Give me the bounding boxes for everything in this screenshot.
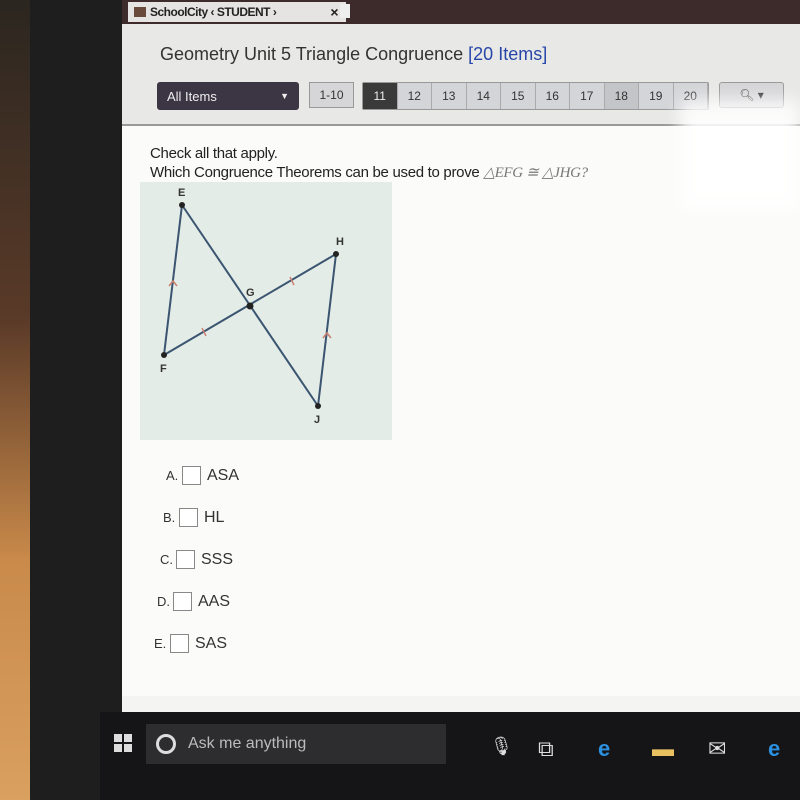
page-button-17[interactable]: 17: [570, 83, 605, 109]
tab-title: SchoolCity ‹ STUDENT ›: [150, 5, 277, 19]
home-icon: [134, 7, 146, 17]
prompt: Which Congruence Theorems can be used to…: [150, 164, 480, 181]
label-h: H: [336, 236, 344, 248]
math-expression: △EFG ≅ △JHG?: [483, 165, 588, 181]
checkbox[interactable]: [176, 550, 195, 569]
microphone-icon[interactable]: 🎙︎: [490, 736, 513, 757]
screen-glare: [680, 100, 800, 210]
file-explorer-icon[interactable]: ▬: [652, 736, 674, 762]
option-letter: E.: [154, 636, 167, 651]
checkbox[interactable]: [182, 466, 201, 485]
checkbox[interactable]: [170, 634, 189, 653]
taskbar: Ask me anything 🎙︎ ⧉ e ▬ ✉ e: [100, 712, 800, 800]
option-sas[interactable]: E. SAS: [154, 634, 227, 653]
chevron-down-icon: ▼: [280, 91, 289, 101]
page-button-14[interactable]: 14: [466, 83, 501, 109]
option-hl[interactable]: B. HL: [163, 508, 224, 527]
option-label: ASA: [207, 466, 240, 484]
close-icon[interactable]: ×: [330, 4, 338, 20]
option-letter: C.: [160, 552, 173, 567]
page-button-15[interactable]: 15: [501, 83, 536, 109]
question-panel: Check all that apply. Which Congruence T…: [122, 126, 800, 696]
option-label: SSS: [201, 550, 234, 568]
option-letter: D.: [157, 594, 170, 609]
page-title: Geometry Unit 5 Triangle Congruence [20 …: [160, 44, 547, 65]
page-button-18[interactable]: 18: [604, 83, 639, 109]
label-f: F: [160, 363, 167, 375]
point-f: [161, 352, 167, 358]
option-letter: A.: [166, 468, 179, 483]
task-view-icon[interactable]: ⧉: [538, 736, 554, 762]
option-label: AAS: [198, 592, 231, 610]
browser-window: SchoolCity ‹ STUDENT › × Geometry Unit 5…: [122, 0, 800, 712]
segment-hj: [317, 253, 337, 407]
point-h: [333, 251, 339, 257]
point-g: [246, 302, 254, 310]
instruction: Check all that apply.: [150, 145, 278, 162]
search-placeholder: Ask me anything: [188, 735, 307, 752]
option-aas[interactable]: D. AAS: [157, 592, 230, 611]
taskbar-search[interactable]: Ask me anything: [146, 724, 446, 764]
item-count: [20 Items]: [468, 44, 548, 64]
checkbox[interactable]: [173, 592, 192, 611]
windows-start-icon[interactable]: [114, 734, 132, 752]
option-letter: B.: [163, 510, 176, 525]
option-asa[interactable]: A. ASA: [166, 466, 239, 485]
point-j: [315, 403, 321, 409]
page-button-13[interactable]: 13: [432, 83, 467, 109]
label-g: G: [246, 287, 255, 299]
option-label: HL: [204, 508, 225, 526]
tab-bar: SchoolCity ‹ STUDENT › ×: [122, 0, 800, 24]
new-tab-icon[interactable]: [340, 4, 350, 18]
page-button-12[interactable]: 12: [397, 83, 432, 109]
laptop-bezel: [30, 0, 125, 800]
filter-label: All Items: [167, 88, 217, 104]
checkbox[interactable]: [179, 508, 198, 527]
filter-dropdown[interactable]: All Items ▼: [157, 82, 299, 110]
option-sss[interactable]: C. SSS: [160, 550, 233, 569]
internet-explorer-icon[interactable]: e: [768, 736, 780, 762]
store-icon[interactable]: ✉: [708, 736, 726, 762]
option-label: SAS: [195, 634, 228, 652]
title-text: Geometry Unit 5 Triangle Congruence: [160, 44, 464, 64]
point-e: [179, 202, 185, 208]
browser-tab[interactable]: SchoolCity ‹ STUDENT › ×: [128, 2, 346, 22]
page-navigation: 11 12 13 14 15 16 17 18 19 20: [362, 82, 709, 110]
cortana-icon: [156, 734, 176, 754]
label-j: J: [314, 414, 320, 426]
label-e: E: [178, 187, 185, 199]
triangle-diagram: E F G H J: [140, 182, 392, 440]
page-button-16[interactable]: 16: [535, 83, 570, 109]
page-button-19[interactable]: 19: [639, 83, 674, 109]
question-text: Check all that apply. Which Congruence T…: [150, 144, 588, 183]
page-button-11[interactable]: 11: [363, 83, 398, 109]
range-button[interactable]: 1-10: [309, 82, 354, 108]
edge-icon[interactable]: e: [598, 736, 610, 762]
